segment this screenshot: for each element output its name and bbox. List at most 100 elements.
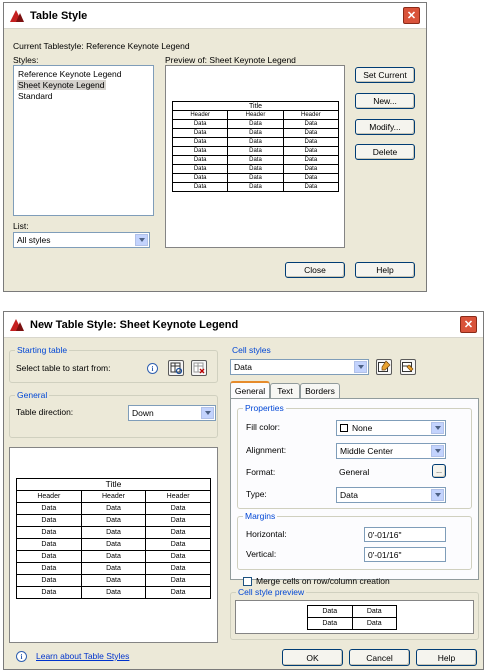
chevron-down-icon[interactable] [431,489,444,501]
chevron-down-icon[interactable] [431,422,444,434]
margins-label: Margins [243,511,278,521]
vertical-margin-value: 0'-01/16" [368,549,402,560]
current-tablestyle-label: Current Tablestyle: Reference Keynote Le… [13,41,190,51]
close-icon[interactable]: ✕ [403,7,420,24]
preview-cell: Data [171,164,229,174]
preview-cell: Data [145,562,211,575]
preview-cell: Data [282,173,340,183]
dialog-title: Table Style [30,9,88,22]
chevron-down-icon[interactable] [135,234,148,246]
help-button[interactable]: Help [355,262,415,278]
list-label: List: [13,221,29,231]
delete-button[interactable]: Delete [355,144,415,160]
alignment-select[interactable]: Middle Center [336,443,446,459]
preview-cell: Data [16,574,82,587]
horizontal-margin-value: 0'-01/16" [368,529,402,540]
help-button[interactable]: Help [416,649,477,666]
table-direction-select[interactable]: Down [128,405,216,421]
info-icon: i [147,363,158,374]
fill-color-value: None [352,423,373,433]
styles-list[interactable]: Reference Keynote Legend Sheet Keynote L… [13,65,154,216]
preview-cell: Data [16,550,82,563]
preview-cell: Data [282,182,340,192]
preview-cell: Data [171,182,229,192]
format-value: General [339,467,370,477]
preview-cell: Data [307,617,353,630]
vertical-margin-input[interactable]: 0'-01/16" [364,547,446,562]
preview-cell: Data [145,514,211,527]
select-table-label: Select table to start from: [16,363,111,373]
format-browse-button[interactable]: ... [432,464,446,478]
general-group: General Table direction: Down [9,390,218,438]
list-item[interactable]: Standard [17,91,54,101]
learn-table-styles-link[interactable]: Learn about Table Styles [36,651,129,661]
preview-label: Preview of: Sheet Keynote Legend [165,55,296,65]
preview-cell: Data [282,146,340,156]
preview-title: Title [16,478,211,491]
close-button[interactable]: Close [285,262,345,278]
ok-button[interactable]: OK [282,649,343,666]
list-item[interactable]: Reference Keynote Legend [17,69,123,79]
preview-cell: Data [145,550,211,563]
merge-cells-checkbox[interactable] [243,577,252,586]
merge-cells-label: Merge cells on row/column creation [256,576,390,586]
new-button[interactable]: New... [355,93,415,109]
preview-cell: Data [227,173,284,183]
cell-preview-area: Data Data Data Data [235,600,474,634]
table-direction-label: Table direction: [16,407,74,417]
styles-label: Styles: [13,55,39,65]
create-cell-style-icon[interactable] [376,359,392,375]
chevron-down-icon[interactable] [354,361,367,373]
preview-header: Header [16,490,82,503]
chevron-down-icon[interactable] [201,407,214,419]
general-label: General [15,390,50,400]
info-icon: i [16,651,27,662]
format-label: Format: [246,467,276,477]
preview-cell: Data [16,538,82,551]
preview-cell: Data [171,146,229,156]
table-style-dialog: Table Style ✕ Current Tablestyle: Refere… [3,2,427,292]
tab-general[interactable]: General [230,381,270,398]
preview-cell: Data [145,586,211,599]
remove-table-icon[interactable] [191,360,207,376]
vertical-label: Vertical: [246,549,277,559]
horizontal-margin-input[interactable]: 0'-01/16" [364,527,446,542]
preview-cell: Data [80,502,147,515]
fill-color-select[interactable]: None [336,420,446,436]
title-bar: New Table Style: Sheet Keynote Legend ✕ [4,312,483,338]
table-preview: Title Header Header Header Data Data Data … [165,65,345,248]
type-label: Type: [246,489,267,499]
preview-cell: Data [80,562,147,575]
preview-table: Title Header Header Header Data Data Data … [16,478,211,599]
preview-cell: Data [145,526,211,539]
preview-cell: Data [171,137,229,147]
preview-cell: Data [80,538,147,551]
preview-cell: Data [80,574,147,587]
autocad-icon [10,9,24,23]
set-current-button[interactable]: Set Current [355,67,415,83]
tab-borders[interactable]: Borders [300,383,340,398]
type-select[interactable]: Data [336,487,446,503]
preview-cell: Data [282,119,340,129]
preview-cell: Data [145,538,211,551]
close-icon[interactable]: ✕ [460,316,477,333]
horizontal-label: Horizontal: [246,529,287,539]
fill-color-label: Fill color: [246,422,281,432]
dialog-title: New Table Style: Sheet Keynote Legend [30,318,239,331]
preview-cell: Data [16,514,82,527]
cell-preview-table: Data Data Data Data [307,605,397,630]
select-table-icon[interactable] [168,360,184,376]
cell-styles-label: Cell styles [232,345,271,355]
chevron-down-icon[interactable] [431,445,444,457]
tab-text[interactable]: Text [270,383,300,398]
cell-style-select[interactable]: Data [230,359,369,375]
table-preview: Title Header Header Header Data Data Data … [9,447,218,643]
manage-cell-styles-icon[interactable] [400,359,416,375]
modify-button[interactable]: Modify... [355,119,415,135]
list-filter-select[interactable]: All styles [13,232,150,248]
alignment-value: Middle Center [340,446,393,456]
cancel-button[interactable]: Cancel [349,649,410,666]
list-item[interactable]: Sheet Keynote Legend [17,80,106,90]
autocad-icon [10,318,24,332]
title-bar: Table Style ✕ [4,3,426,29]
